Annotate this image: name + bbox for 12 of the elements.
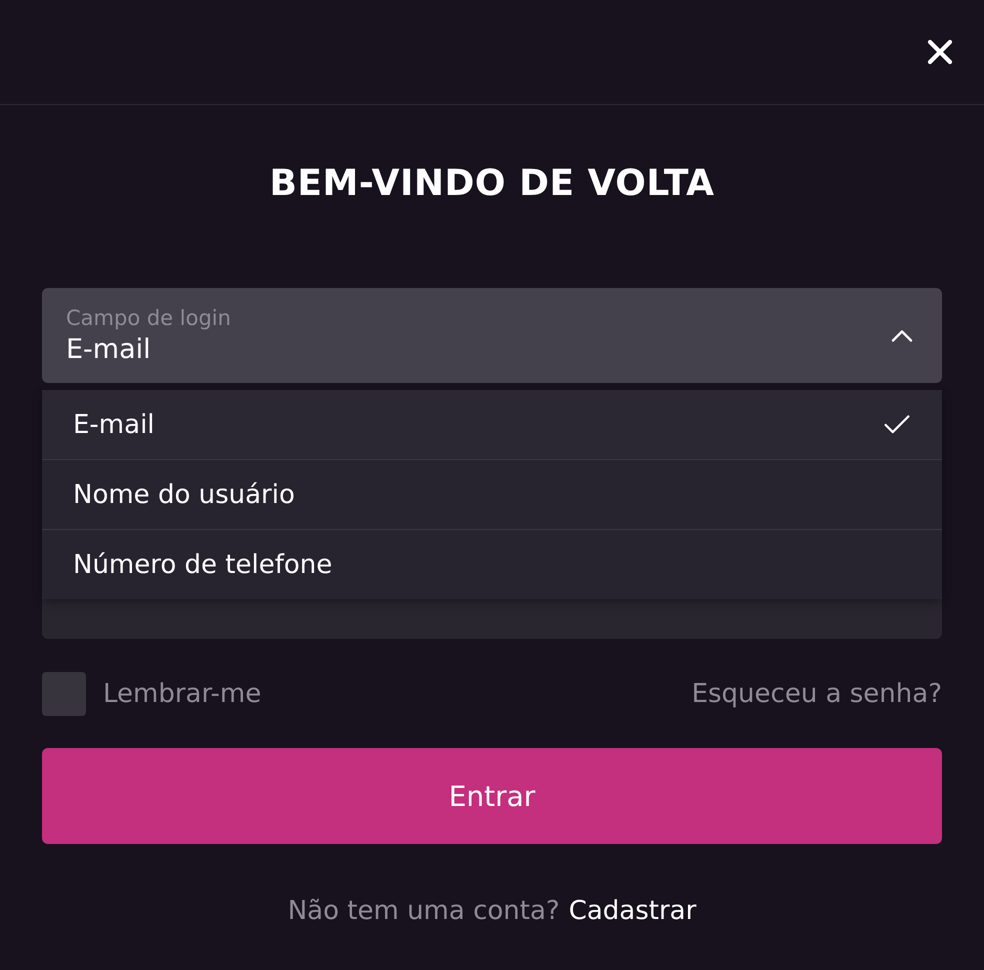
forgot-password-link[interactable]: Esqueceu a senha? bbox=[692, 679, 942, 709]
login-field-select[interactable]: Campo de login E-mail bbox=[42, 288, 942, 383]
submit-button[interactable]: Entrar bbox=[42, 748, 942, 844]
signup-link[interactable]: Cadastrar bbox=[568, 896, 696, 926]
title: BEM-VINDO DE VOLTA bbox=[268, 163, 716, 204]
remember-label: Lembrar-me bbox=[103, 679, 262, 709]
dropdown-option[interactable]: Nome do usuário bbox=[42, 459, 942, 529]
dropdown-option[interactable]: Número de telefone bbox=[42, 529, 942, 599]
dropdown-option[interactable]: E-mail bbox=[42, 390, 942, 459]
field-value: E-mail bbox=[66, 334, 152, 365]
footer-text: Não tem uma conta? bbox=[288, 896, 560, 926]
field-label: Campo de login bbox=[66, 306, 231, 330]
